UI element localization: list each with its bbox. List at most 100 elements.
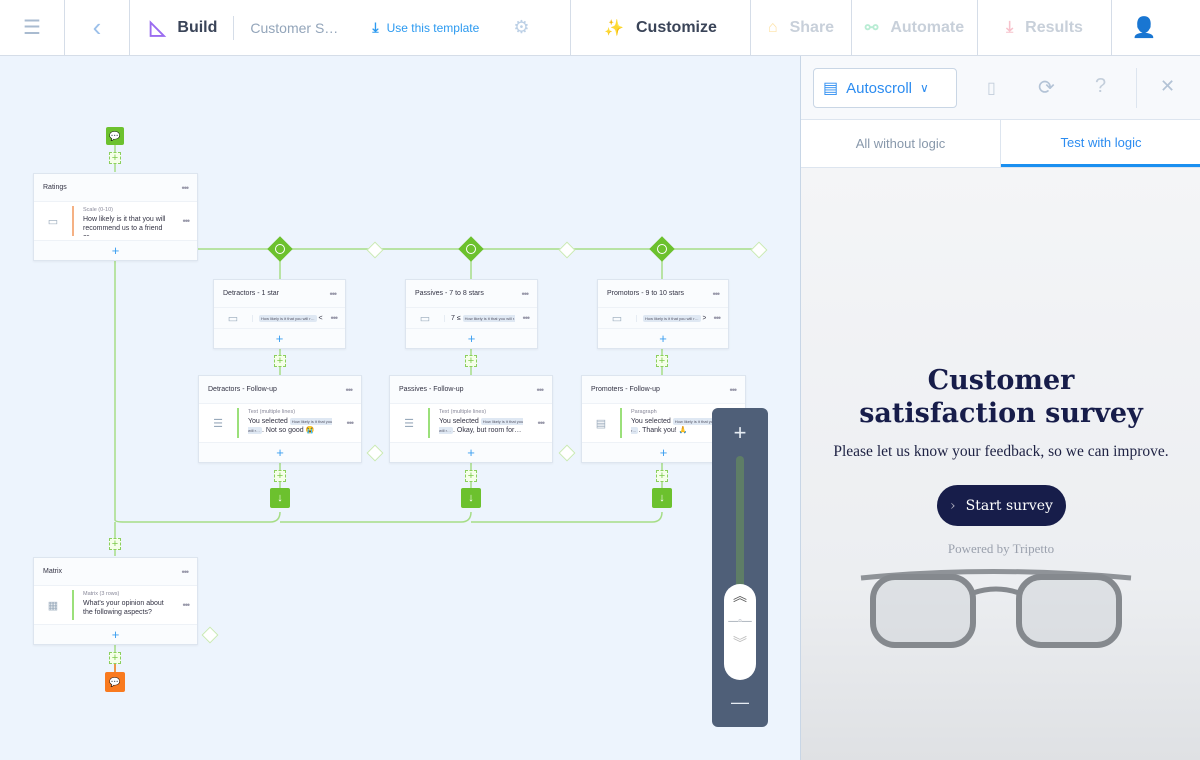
card-title[interactable]: Passives - 7 to 8 stars — [415, 290, 484, 297]
zoom-out-button[interactable]: — — [712, 692, 768, 713]
branch-end-continue[interactable]: ↓ — [461, 488, 481, 508]
text-prefix: You selected — [631, 418, 671, 425]
back-button[interactable]: ‹ — [65, 0, 130, 55]
automate-tab[interactable]: ⚯ Automate — [852, 0, 978, 55]
detractors-followup-card[interactable]: Detractors - Follow-up ••• ☰ Text (multiple… — [198, 375, 362, 463]
passives-card[interactable]: Passives - 7 to 8 stars ••• ▭ 7 ≤ How likel… — [405, 279, 538, 349]
add-block-button[interactable]: + — [598, 329, 728, 348]
help-icon[interactable]: ? — [1095, 75, 1106, 98]
passives-followup-card[interactable]: Passives - Follow-up ••• ☰ Text (multiple l… — [389, 375, 553, 463]
block-type: Matrix (3 rows) — [83, 591, 120, 597]
insert-button[interactable]: + — [465, 355, 477, 367]
add-block-button[interactable]: + — [406, 329, 537, 348]
form-name[interactable]: Customer S… — [250, 20, 360, 36]
insert-button[interactable]: + — [109, 538, 121, 550]
account-button[interactable]: 👤 — [1112, 0, 1176, 55]
user-lock-icon: 👤 — [1131, 17, 1157, 39]
menu-button[interactable]: ☰ — [0, 0, 65, 55]
condition-icon: ▭ — [611, 312, 623, 325]
build-tab[interactable]: Build — [177, 19, 217, 37]
zoom-slider-handle[interactable]: ︽ —▫— ︾ — [724, 584, 756, 680]
card-title[interactable]: Detractors - 1 star — [223, 290, 279, 297]
autoscroll-icon: ▤ — [823, 80, 839, 97]
preview-toolbar: ▤ Autoscroll ∨ ▯ ⟳ ? ✕ — [801, 56, 1200, 120]
add-block-button[interactable]: + — [34, 241, 197, 260]
share-icon: ⌂ — [767, 18, 778, 36]
more-icon[interactable]: ••• — [182, 183, 190, 193]
arrow-down-icon: ↓ — [277, 492, 283, 504]
use-template-button[interactable]: Use this template — [387, 21, 480, 35]
more-icon[interactable]: ••• — [347, 418, 355, 428]
card-title[interactable]: Passives - Follow-up — [399, 386, 464, 393]
condition-prefix: 7 ≤ — [451, 314, 461, 322]
more-icon[interactable]: ••• — [522, 289, 530, 299]
more-icon[interactable]: ••• — [182, 567, 190, 577]
insert-button[interactable]: + — [109, 152, 121, 164]
paragraph-icon: ▤ — [595, 417, 607, 430]
results-tab[interactable]: ⤓ Results — [978, 0, 1112, 55]
more-icon[interactable]: ••• — [730, 385, 738, 395]
more-icon[interactable]: ••• — [714, 313, 722, 323]
tab-all-without-logic[interactable]: All without logic — [801, 120, 1001, 167]
device-icon[interactable]: ▯ — [987, 78, 996, 98]
more-icon[interactable]: ••• — [183, 216, 191, 226]
card-title[interactable]: Ratings — [43, 184, 67, 191]
more-icon[interactable]: ••• — [523, 313, 531, 323]
card-title[interactable]: Matrix — [43, 568, 62, 575]
zoom-track[interactable] — [736, 456, 744, 596]
insert-button[interactable]: + — [656, 470, 668, 482]
block-type: Paragraph — [631, 409, 657, 415]
add-block-button[interactable]: + — [214, 329, 345, 348]
close-icon[interactable]: ✕ — [1160, 76, 1175, 97]
customize-tab[interactable]: ✨ Customize — [571, 0, 751, 55]
condition-value: < 7… — [318, 314, 323, 322]
add-block-button[interactable]: + — [390, 443, 552, 462]
scale-icon: ▭ — [47, 215, 59, 228]
promotors-card[interactable]: Promotors - 9 to 10 stars ••• ▭ How likely… — [597, 279, 729, 349]
more-icon[interactable]: ••• — [331, 313, 339, 323]
add-block-button[interactable]: + — [199, 443, 361, 462]
zoom-in-button[interactable]: + — [712, 420, 768, 446]
condition-icon: ▭ — [419, 312, 431, 325]
more-icon[interactable]: ••• — [183, 600, 191, 610]
flow-canvas[interactable]: 💬 + Ratings ••• ▭ Scale (0-10) How likely is… — [0, 56, 800, 760]
share-tab[interactable]: ⌂ Share — [751, 0, 852, 55]
chevron-right-icon: › — [950, 497, 956, 514]
insert-button[interactable]: + — [465, 470, 477, 482]
more-icon[interactable]: ••• — [346, 385, 354, 395]
card-title[interactable]: Promoters - Follow-up — [591, 386, 660, 393]
matrix-card[interactable]: Matrix ••• ▦ Matrix (3 rows) What's your opi… — [33, 557, 198, 645]
block-type: Scale (0-10) — [83, 207, 113, 213]
insert-button[interactable]: + — [656, 355, 668, 367]
gear-icon[interactable]: ⚙ — [513, 17, 529, 38]
branch-end-continue[interactable]: ↓ — [652, 488, 672, 508]
start-survey-button[interactable]: › Start survey — [937, 485, 1066, 526]
detractors-card[interactable]: Detractors - 1 star ••• ▭ How likely is it… — [213, 279, 346, 349]
add-block-button[interactable]: + — [34, 625, 197, 644]
results-label: Results — [1025, 18, 1083, 36]
card-title[interactable]: Promotors - 9 to 10 stars — [607, 290, 684, 297]
start-node[interactable]: 💬 — [106, 127, 124, 145]
more-icon[interactable]: ••• — [537, 385, 545, 395]
card-title[interactable]: Detractors - Follow-up — [208, 386, 277, 393]
chat-bubble-icon: 💬 — [109, 131, 121, 141]
end-node[interactable]: 💬 — [105, 672, 125, 692]
ratings-card[interactable]: Ratings ••• ▭ Scale (0-10) How likely is it … — [33, 173, 198, 261]
tab-test-with-logic[interactable]: Test with logic — [1001, 120, 1200, 167]
download-icon: ⤓ — [372, 19, 379, 35]
refresh-icon[interactable]: ⟳ — [1038, 75, 1055, 100]
insert-button[interactable]: + — [109, 652, 121, 664]
block-text: How likely is it that you will recommend… — [83, 216, 166, 236]
hamburger-icon: ☰ — [23, 17, 41, 39]
more-icon[interactable]: ••• — [538, 418, 546, 428]
mode-dropdown[interactable]: ▤ Autoscroll ∨ — [813, 68, 957, 108]
block-type: Text (multiple lines) — [439, 409, 487, 415]
customize-label: Customize — [636, 18, 717, 36]
mode-value: Autoscroll — [846, 79, 912, 97]
powered-by-link[interactable]: Powered by Tripetto — [801, 541, 1200, 557]
insert-button[interactable]: + — [274, 470, 286, 482]
branch-end-continue[interactable]: ↓ — [270, 488, 290, 508]
more-icon[interactable]: ••• — [713, 289, 721, 299]
insert-button[interactable]: + — [274, 355, 286, 367]
more-icon[interactable]: ••• — [330, 289, 338, 299]
